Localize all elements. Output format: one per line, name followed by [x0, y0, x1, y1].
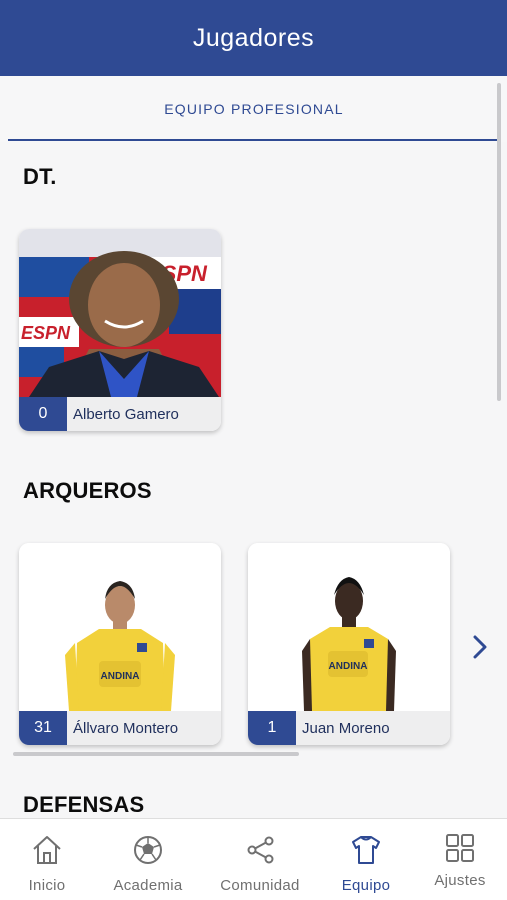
- bottom-navigation: Inicio Academia Comunidad Equipo Ajustes: [0, 818, 507, 900]
- nav-label: Inicio: [28, 877, 66, 894]
- player-card[interactable]: ANDINA 1 Juan Moreno: [248, 543, 450, 745]
- soccer-ball-icon: [134, 836, 162, 864]
- nav-comunidad[interactable]: Comunidad: [214, 819, 306, 900]
- chevron-right-icon[interactable]: [470, 632, 490, 662]
- player-card-footer: 31 Állvaro Montero: [19, 711, 221, 745]
- section-title-dt: DT.: [23, 164, 57, 189]
- player-name: Juan Moreno: [302, 720, 390, 737]
- nav-label: Equipo: [341, 877, 391, 894]
- active-tab-indicator: [8, 139, 500, 141]
- tab-bar: EQUIPO PROFESIONAL: [0, 76, 507, 142]
- player-number-badge: 1: [248, 711, 296, 745]
- player-name: Alberto Gamero: [73, 406, 179, 423]
- nav-label: Academia: [113, 877, 183, 894]
- nav-inicio[interactable]: Inicio: [14, 819, 80, 900]
- jersey-icon: [352, 836, 380, 864]
- home-icon: [33, 836, 61, 864]
- player-photo: ANDINA: [19, 543, 221, 711]
- player-photo: ESPN ESPN: [19, 229, 221, 397]
- nav-equipo[interactable]: Equipo: [332, 819, 400, 900]
- player-number-badge: 0: [19, 397, 67, 431]
- player-name: Állvaro Montero: [73, 720, 179, 737]
- tab-label: EQUIPO PROFESIONAL: [164, 101, 344, 117]
- player-card-footer: 1 Juan Moreno: [248, 711, 450, 745]
- page-title: Jugadores: [192, 23, 315, 52]
- player-photo: ANDINA: [248, 543, 450, 711]
- horizontal-scrollbar[interactable]: [13, 752, 299, 756]
- nav-label: Comunidad: [220, 877, 300, 894]
- tab-equipo-profesional[interactable]: EQUIPO PROFESIONAL: [8, 76, 500, 142]
- app-header: Jugadores: [0, 0, 507, 76]
- svg-text:ESPN: ESPN: [21, 323, 71, 343]
- share-icon: [247, 836, 274, 864]
- player-card[interactable]: ESPN ESPN 0 Alberto Gamero: [19, 229, 221, 431]
- player-card-footer: 0 Alberto Gamero: [19, 397, 221, 431]
- svg-text:ANDINA: ANDINA: [329, 661, 368, 672]
- vertical-scrollbar[interactable]: [497, 83, 501, 401]
- nav-academia[interactable]: Academia: [106, 819, 190, 900]
- nav-ajustes[interactable]: Ajustes: [426, 819, 494, 900]
- player-number-badge: 31: [19, 711, 67, 745]
- section-title-arqueros: ARQUEROS: [23, 478, 152, 503]
- nav-label: Ajustes: [434, 872, 486, 889]
- player-card[interactable]: ANDINA 31 Állvaro Montero: [19, 543, 221, 745]
- svg-text:ANDINA: ANDINA: [101, 671, 140, 682]
- section-title-defensas: DEFENSAS: [23, 792, 145, 817]
- app-screen: Jugadores EQUIPO PROFESIONAL DT. ESPN ES…: [0, 0, 507, 900]
- grid-icon: [446, 834, 474, 862]
